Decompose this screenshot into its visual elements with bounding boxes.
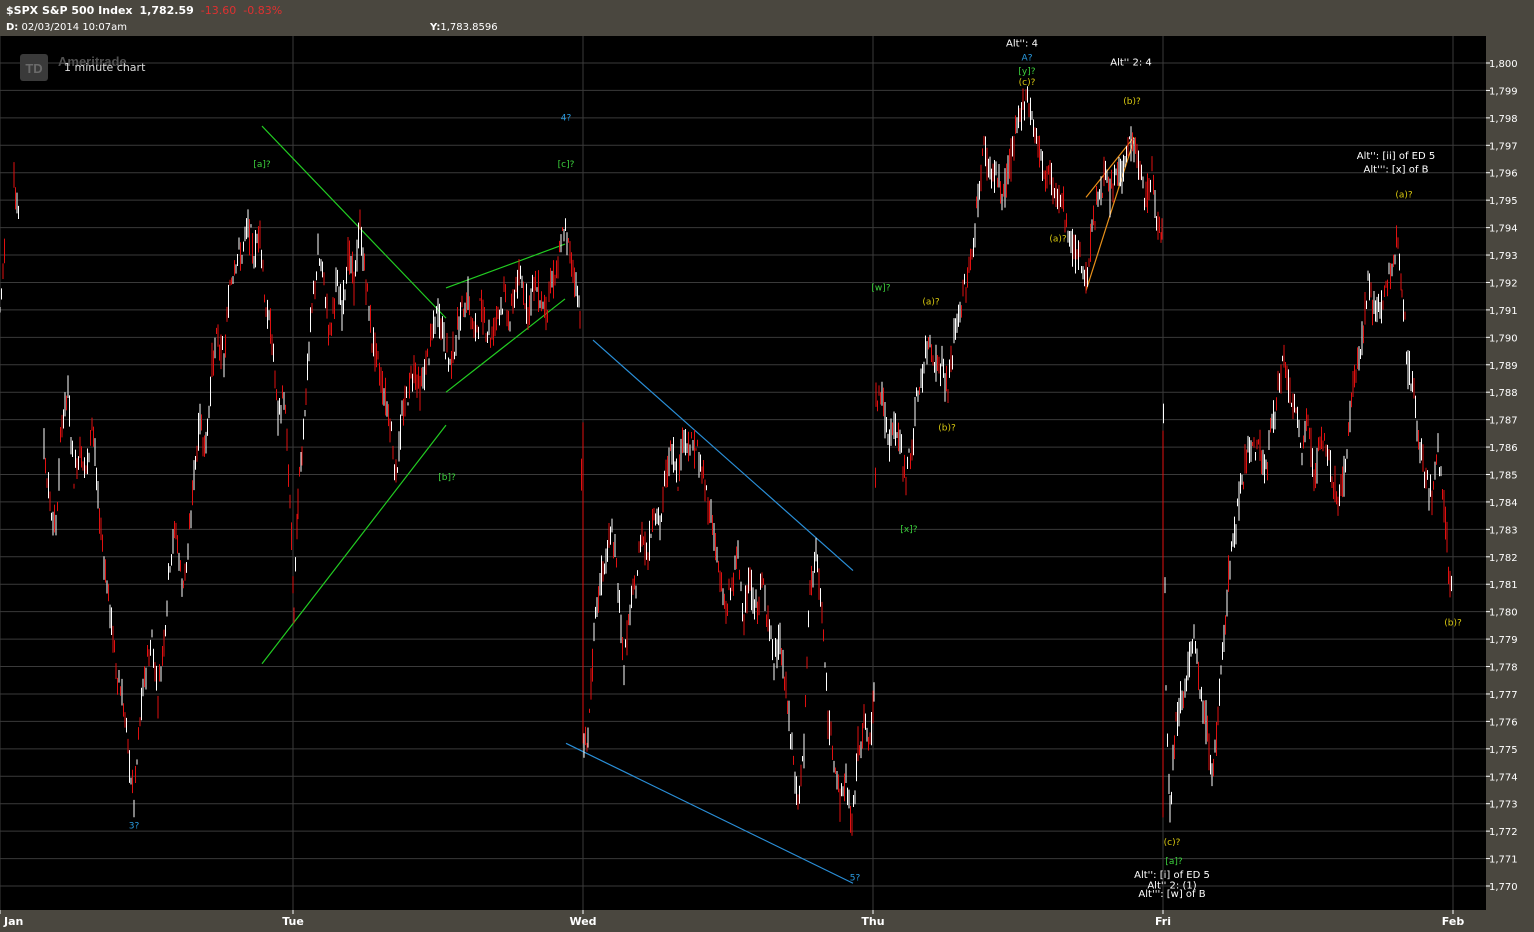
wave-label: (b)? [938, 424, 956, 434]
wave-label: Alt''': [x] of B [1364, 165, 1429, 176]
x-tick-label: Jan [3, 915, 23, 928]
y-tick-label: 1,785 [1489, 471, 1518, 482]
td-logo-text: TD [25, 61, 42, 76]
wave-label: (a)? [1395, 190, 1413, 200]
x-tick-label: Feb [1442, 915, 1465, 928]
y-tick-label: 1,783 [1489, 525, 1518, 536]
wave-label: Alt'' 2: 4 [1110, 58, 1152, 69]
y-tick-label: 1,790 [1489, 333, 1518, 344]
wave-label: Alt'': [i] of ED 5 [1134, 870, 1210, 881]
y-tick-label: 1,792 [1489, 278, 1518, 289]
wave-label: [w]? [871, 284, 890, 294]
x-tick-label: Thu [861, 915, 884, 928]
chart-caption: 1 minute chart [64, 61, 146, 74]
y-tick-label: 1,793 [1489, 251, 1518, 262]
y-tick-label: 1,777 [1489, 690, 1518, 701]
wave-label: 3? [129, 821, 140, 831]
wave-label: [b]? [438, 473, 456, 483]
y-tick-label: 1,798 [1489, 114, 1518, 125]
wave-label: Alt'': 4 [1006, 39, 1038, 50]
wave-label: (a)? [1049, 234, 1067, 244]
y-tick-label: 1,791 [1489, 306, 1518, 317]
x-tick-label: Tue [282, 915, 304, 928]
wave-label: Alt'': [ii] of ED 5 [1357, 151, 1436, 162]
y-tick-label: 1,780 [1489, 608, 1518, 619]
wave-label: (a)? [922, 297, 940, 307]
wave-label: (b)? [1123, 97, 1141, 107]
price-chart[interactable]: TD Ameritrade 1 minute chart [a]?[b]?[c]… [0, 0, 1534, 932]
y-tick-label: 1,782 [1489, 553, 1518, 564]
wave-label: (c)? [1019, 78, 1036, 88]
y-tick-label: 1,796 [1489, 169, 1518, 180]
wave-label: (c)? [1164, 838, 1181, 848]
y-tick-label: 1,772 [1489, 827, 1518, 838]
x-tick-label: Wed [569, 915, 596, 928]
x-tick-label: Fri [1155, 915, 1171, 928]
y-tick-label: 1,779 [1489, 635, 1518, 646]
wave-label: [a]? [1165, 857, 1183, 867]
y-tick-label: 1,781 [1489, 580, 1518, 591]
y-tick-label: 1,795 [1489, 196, 1518, 207]
y-tick-label: 1,773 [1489, 800, 1518, 811]
wave-label: [y]? [1018, 67, 1035, 77]
y-tick-label: 1,788 [1489, 388, 1518, 399]
y-tick-label: 1,787 [1489, 416, 1518, 427]
wave-label: Alt''': [w] of B [1138, 889, 1205, 900]
y-tick-label: 1,797 [1489, 141, 1518, 152]
y-tick-label: 1,778 [1489, 663, 1518, 674]
wave-label: [c]? [558, 160, 575, 170]
y-tick-label: 1,789 [1489, 361, 1518, 372]
y-tick-label: 1,771 [1489, 855, 1518, 866]
y-tick-label: 1,775 [1489, 745, 1518, 756]
wave-label: [a]? [253, 160, 271, 170]
y-tick-label: 1,774 [1489, 772, 1518, 783]
wave-label: 5? [850, 874, 861, 884]
y-tick-label: 1,786 [1489, 443, 1518, 454]
time-axis-panel [0, 910, 1534, 932]
y-tick-label: 1,799 [1489, 86, 1518, 97]
wave-label: [x]? [900, 525, 917, 535]
wave-label: A? [1022, 53, 1033, 63]
y-tick-label: 1,770 [1489, 882, 1518, 893]
y-tick-label: 1,784 [1489, 498, 1518, 509]
wave-label: 4? [561, 114, 572, 124]
y-tick-label: 1,776 [1489, 717, 1518, 728]
y-tick-label: 1,794 [1489, 224, 1518, 235]
y-tick-label: 1,800 [1489, 59, 1518, 70]
wave-label: (b)? [1444, 618, 1462, 628]
